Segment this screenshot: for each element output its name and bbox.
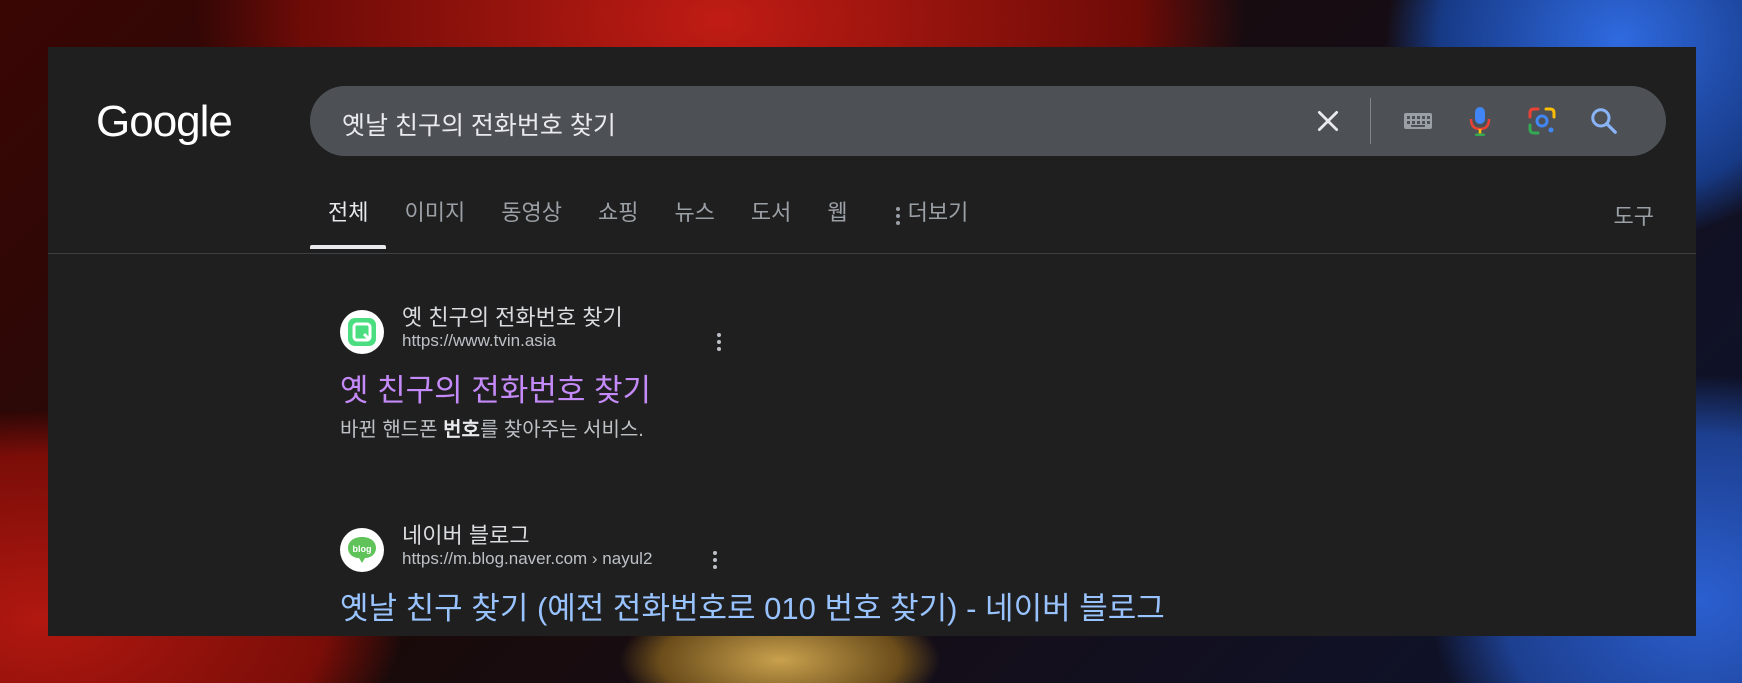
search-bar[interactable]: 옛날 친구의 전화번호 찾기 [310,86,1666,156]
search-tabs: 전체 이미지 동영상 쇼핑 뉴스 도서 웹 더보기 [310,199,986,249]
google-lens-icon[interactable] [1524,103,1560,139]
keyboard-icon[interactable] [1400,103,1436,139]
result-site-name[interactable]: 네이버 블로그 [402,518,530,550]
snippet-text: 바뀐 핸드폰 [340,419,444,441]
tab-web[interactable]: 웹 [809,199,865,249]
site-favicon: blog [340,528,384,572]
tab-books[interactable]: 도서 [733,199,809,249]
tab-all[interactable]: 전체 [310,199,387,249]
result-snippet: 바뀐 핸드폰 번호를 찾아주는 서비스. [340,413,644,442]
google-logo[interactable]: Google [96,97,233,147]
tvin-logo-icon [348,318,376,346]
result-url[interactable]: https://m.blog.naver.com › nayul2 [402,549,652,569]
search-bar-divider [1370,98,1371,144]
site-favicon [340,310,384,354]
result-title-link[interactable]: 옛날 친구 찾기 (예전 전화번호로 010 번호 찾기) - 네이버 블로그 [340,583,1165,628]
more-vert-icon [895,207,900,225]
result-title-link[interactable]: 옛 친구의 전화번호 찾기 [340,365,651,410]
result-site-name[interactable]: 옛 친구의 전화번호 찾기 [402,300,623,332]
browser-page: Google 옛날 친구의 전화번호 찾기 전체 이미지 동영상 쇼핑 뉴스 도… [48,47,1696,636]
tabs-divider [48,253,1696,254]
tab-news[interactable]: 뉴스 [656,199,732,249]
tab-videos[interactable]: 동영상 [483,199,580,249]
favicon-label: blog [353,544,372,554]
snippet-highlight: 번호 [443,419,480,441]
more-label: 더보기 [907,200,969,225]
tab-shopping[interactable]: 쇼핑 [580,199,656,249]
search-icon[interactable] [1586,103,1622,139]
more-menu-button[interactable]: 더보기 [866,199,987,249]
microphone-icon[interactable] [1462,103,1498,139]
tools-button[interactable]: 도구 [1614,199,1654,231]
result-options-icon[interactable] [709,331,729,353]
snippet-text: 를 찾아주는 서비스. [479,419,644,441]
naver-blog-icon: blog [348,537,376,563]
result-options-icon[interactable] [705,549,725,571]
result-url[interactable]: https://www.tvin.asia [402,331,556,351]
search-input[interactable]: 옛날 친구의 전화번호 찾기 [342,106,616,142]
close-icon[interactable] [1310,103,1346,139]
tab-images[interactable]: 이미지 [386,199,483,249]
